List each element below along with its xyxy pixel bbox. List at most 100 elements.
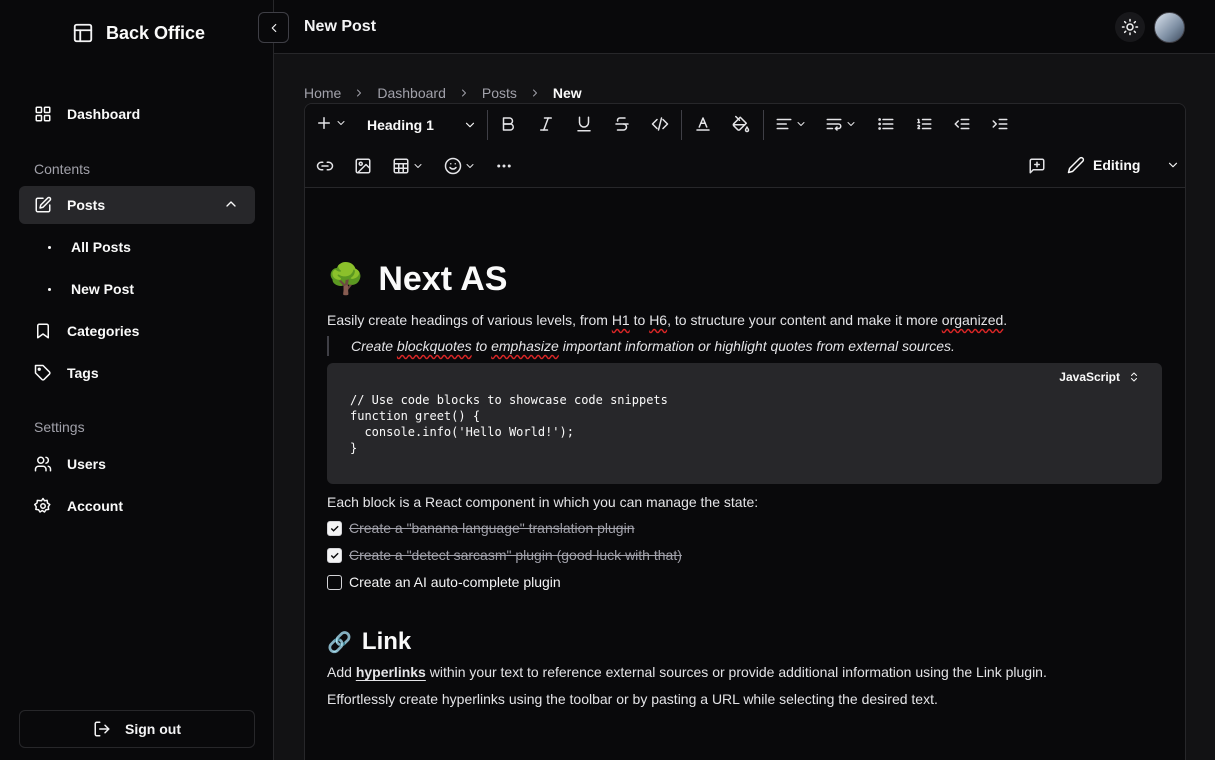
gear-icon	[34, 497, 52, 515]
link-paragraph[interactable]: Add hyperlinks within your text to refer…	[327, 664, 1047, 680]
chevron-down-icon	[335, 117, 347, 129]
table-dropdown[interactable]	[392, 157, 424, 175]
misspelled-word: H6	[649, 312, 668, 328]
sun-icon	[1121, 18, 1139, 36]
breadcrumb-posts[interactable]: Posts	[482, 85, 517, 101]
checkbox-unchecked[interactable]	[327, 574, 342, 590]
indent-button[interactable]	[991, 115, 1009, 133]
checkbox-checked[interactable]	[327, 547, 342, 563]
text-segment: to	[629, 312, 650, 328]
insert-block-button[interactable]	[315, 114, 347, 132]
image-button[interactable]	[354, 157, 372, 175]
sidebar-item-users[interactable]: Users	[19, 445, 255, 483]
text-segment: Easily create headings of various levels…	[327, 312, 612, 328]
code-button[interactable]	[651, 115, 669, 133]
list-icon	[877, 115, 895, 133]
code-language-select[interactable]: JavaScript	[1059, 370, 1140, 384]
code-block[interactable]: JavaScript // Use code blocks to showcas…	[327, 363, 1162, 484]
heading-select[interactable]: Heading 1	[357, 112, 479, 138]
text-color-button[interactable]	[694, 115, 712, 133]
italic-icon	[537, 115, 555, 133]
rich-text-editor: Heading 1 Editing 🌳 Next AS Easily creat…	[304, 103, 1186, 760]
text-color-icon	[694, 115, 712, 133]
outdent-icon	[953, 115, 971, 133]
chevron-up-icon[interactable]	[223, 196, 239, 212]
code-icon	[651, 115, 669, 133]
text-segment: important information or highlight quote…	[558, 338, 955, 354]
underline-button[interactable]	[575, 115, 593, 133]
document-heading[interactable]: 🌳 Next AS	[327, 260, 507, 299]
sidebar-item-categories[interactable]: Categories	[19, 312, 255, 350]
outdent-button[interactable]	[953, 115, 971, 133]
toolbar-divider	[763, 110, 764, 140]
sign-out-button[interactable]: Sign out	[19, 710, 255, 748]
chevron-left-icon	[267, 21, 281, 35]
numbered-list-button[interactable]	[915, 115, 933, 133]
text-segment: within your text to reference external s…	[425, 664, 1047, 680]
section-label-settings: Settings	[34, 419, 85, 435]
todo-item[interactable]: Create an AI auto-complete plugin	[327, 574, 561, 590]
chevron-down-icon	[412, 160, 424, 172]
sidebar-item-tags[interactable]: Tags	[19, 354, 255, 392]
sidebar-subitem-new-post[interactable]: New Post	[48, 281, 134, 297]
text-segment: to	[471, 338, 492, 354]
align-dropdown[interactable]	[775, 115, 807, 133]
bookmark-icon	[34, 322, 52, 340]
blockquote[interactable]: Create blockquotes to emphasize importan…	[327, 336, 955, 356]
strikethrough-icon	[613, 115, 631, 133]
align-left-icon	[775, 115, 793, 133]
message-square-plus-icon	[1028, 157, 1046, 175]
text-segment: Add	[327, 664, 356, 680]
add-comment-button[interactable]	[1028, 157, 1046, 175]
checkbox-checked[interactable]	[327, 520, 342, 536]
more-options-button[interactable]	[495, 157, 513, 175]
misspelled-word: H1	[611, 312, 630, 328]
sidebar-item-dashboard[interactable]: Dashboard	[19, 95, 255, 133]
collapse-sidebar-button[interactable]	[258, 12, 289, 43]
chevron-down-icon	[845, 118, 857, 130]
tree-icon: 🌳	[327, 263, 365, 296]
sidebar-item-label: Posts	[67, 197, 106, 213]
bold-button[interactable]	[499, 115, 517, 133]
image-icon	[354, 157, 372, 175]
emoji-dropdown[interactable]	[444, 157, 476, 175]
brand[interactable]: Back Office	[72, 22, 205, 44]
editing-mode-dropdown[interactable]: Editing	[1067, 156, 1180, 174]
breadcrumb-dashboard[interactable]: Dashboard	[377, 85, 446, 101]
hyperlink[interactable]: hyperlinks	[356, 664, 426, 680]
sidebar-item-account[interactable]: Account	[19, 487, 255, 525]
theme-toggle-button[interactable]	[1115, 12, 1145, 42]
code-content[interactable]: // Use code blocks to showcase code snip…	[350, 392, 668, 456]
text-segment: , to structure your content and make it …	[667, 312, 942, 328]
editor-content[interactable]: 🌳 Next AS Easily create headings of vari…	[305, 188, 1185, 760]
todo-text: Create a "detect sarcasm" plugin (good l…	[349, 547, 682, 563]
strikethrough-button[interactable]	[613, 115, 631, 133]
misspelled-word: blockquotes	[396, 338, 472, 354]
todo-item[interactable]: Create a "banana language" translation p…	[327, 520, 634, 536]
highlight-color-button[interactable]	[732, 115, 750, 133]
breadcrumb: Home Dashboard Posts New	[304, 85, 582, 101]
chevron-down-icon	[795, 118, 807, 130]
chevron-down-icon	[464, 160, 476, 172]
sign-out-label: Sign out	[125, 721, 181, 737]
sidebar-subitem-all-posts[interactable]: All Posts	[48, 239, 131, 255]
link-button[interactable]	[316, 157, 334, 175]
indent-icon	[991, 115, 1009, 133]
underline-icon	[575, 115, 593, 133]
sidebar-item-posts[interactable]: Posts	[19, 186, 255, 224]
sidebar-subitem-label: New Post	[71, 281, 135, 297]
todo-item[interactable]: Create a "detect sarcasm" plugin (good l…	[327, 547, 682, 563]
link-heading[interactable]: 🔗 Link	[327, 628, 411, 656]
toolbar-divider	[487, 110, 488, 140]
misspelled-word: emphasize	[491, 338, 559, 354]
state-paragraph[interactable]: Each block is a React component in which…	[327, 494, 758, 510]
section-label-contents: Contents	[34, 161, 91, 177]
breadcrumb-home[interactable]: Home	[304, 85, 341, 101]
avatar[interactable]	[1154, 12, 1185, 43]
link-paragraph-2[interactable]: Effortlessly create hyperlinks using the…	[327, 691, 938, 707]
intro-paragraph[interactable]: Easily create headings of various levels…	[327, 312, 1007, 328]
line-height-dropdown[interactable]	[825, 115, 857, 133]
bulleted-list-button[interactable]	[877, 115, 895, 133]
italic-button[interactable]	[537, 115, 555, 133]
todo-text: Create an AI auto-complete plugin	[349, 574, 561, 590]
